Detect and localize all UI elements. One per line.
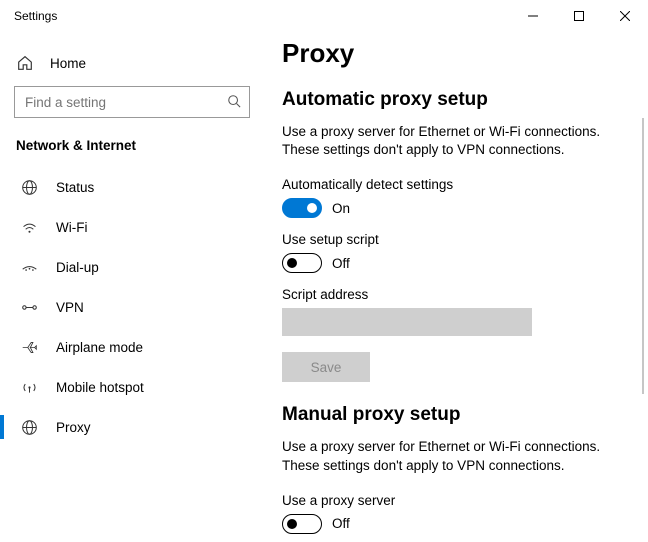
save-button[interactable]: Save [282,352,370,382]
use-proxy-state: Off [332,516,350,531]
category-header: Network & Internet [0,132,264,167]
close-icon [620,11,630,21]
script-toggle[interactable] [282,253,322,273]
minimize-icon [528,11,538,21]
use-proxy-label: Use a proxy server [282,493,622,508]
sidebar: Home Network & Internet Status [0,32,264,542]
window-controls [510,0,648,32]
manual-description: Use a proxy server for Ethernet or Wi-Fi… [282,438,622,474]
nav-item-airplane[interactable]: Airplane mode [0,327,264,367]
script-state: Off [332,256,350,271]
scrollbar[interactable] [642,118,644,394]
maximize-button[interactable] [556,0,602,32]
use-proxy-toggle[interactable] [282,514,322,534]
proxy-icon [20,418,38,436]
detect-label: Automatically detect settings [282,177,622,192]
nav-label: Proxy [56,420,91,435]
nav-label: Mobile hotspot [56,380,144,395]
nav-item-proxy[interactable]: Proxy [0,407,264,447]
home-label: Home [50,56,86,71]
auto-description: Use a proxy server for Ethernet or Wi-Fi… [282,123,622,159]
hotspot-icon [20,378,38,396]
nav-label: Wi-Fi [56,220,87,235]
wifi-icon [20,218,38,236]
window-title: Settings [14,9,57,23]
search-input[interactable] [25,95,227,110]
globe-icon [20,178,38,196]
maximize-icon [574,11,584,21]
vpn-icon [20,298,38,316]
main-content: Proxy Automatic proxy setup Use a proxy … [264,32,648,542]
home-nav[interactable]: Home [0,44,264,82]
nav-item-vpn[interactable]: VPN [0,287,264,327]
detect-toggle[interactable] [282,198,322,218]
auto-heading: Automatic proxy setup [282,89,622,111]
nav-item-dialup[interactable]: Dial-up [0,247,264,287]
minimize-button[interactable] [510,0,556,32]
search-box[interactable] [14,86,250,118]
nav-label: VPN [56,300,84,315]
address-label: Script address [282,287,622,302]
manual-heading: Manual proxy setup [282,404,622,426]
titlebar: Settings [0,0,648,32]
detect-state: On [332,201,350,216]
nav-label: Dial-up [56,260,99,275]
script-label: Use setup script [282,232,622,247]
dialup-icon [20,258,38,276]
nav-item-hotspot[interactable]: Mobile hotspot [0,367,264,407]
home-icon [16,54,34,72]
nav-list: Status Wi-Fi Dial-up VPN [0,167,264,447]
close-button[interactable] [602,0,648,32]
search-icon [227,94,241,111]
nav-label: Status [56,180,94,195]
script-address-input[interactable] [282,308,532,336]
nav-item-status[interactable]: Status [0,167,264,207]
nav-item-wifi[interactable]: Wi-Fi [0,207,264,247]
page-title: Proxy [282,38,622,69]
airplane-icon [20,338,38,356]
nav-label: Airplane mode [56,340,143,355]
